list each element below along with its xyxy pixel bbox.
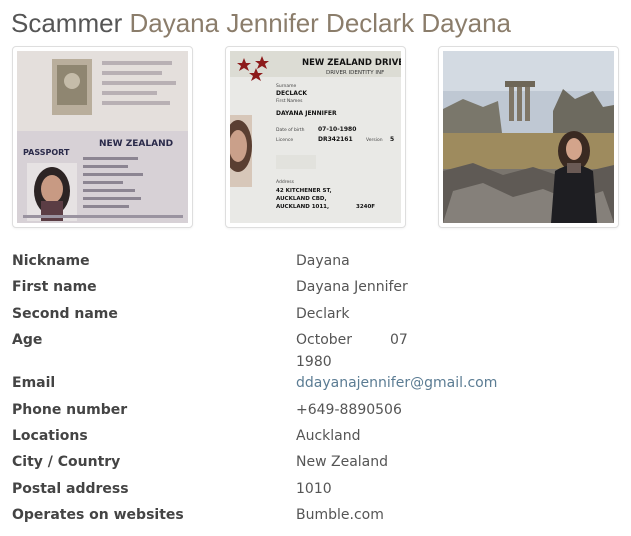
svg-text:Version: Version: [366, 137, 383, 143]
second-name-label: Second name: [12, 306, 118, 322]
scammer-name: Dayana Jennifer Declark Dayana: [129, 8, 512, 38]
detail-row-second-name: Second name Declark: [0, 301, 631, 327]
svg-text:DR342161: DR342161: [318, 136, 353, 143]
locations-label: Locations: [12, 428, 88, 444]
portrait-icon: [230, 115, 252, 187]
photo-ruins[interactable]: [438, 46, 619, 228]
detail-row-websites: Operates on websites Bumble.com: [0, 502, 631, 528]
svg-text:NEW ZEALAND: NEW ZEALAND: [99, 139, 173, 149]
svg-text:Licence: Licence: [276, 137, 293, 143]
second-name-value: Declark: [296, 306, 350, 322]
svg-text:DAYANA JENNIFER: DAYANA JENNIFER: [276, 110, 337, 117]
svg-text:Date of birth: Date of birth: [276, 127, 305, 133]
websites-value: Bumble.com: [296, 507, 384, 523]
detail-row-email: Email ddayanajennifer@gmail.com: [0, 370, 631, 396]
postal-address-label: Postal address: [12, 481, 129, 497]
first-name-label: First name: [12, 279, 97, 295]
portrait-icon: [27, 163, 77, 221]
svg-text:3240F: 3240F: [356, 204, 375, 210]
detail-row-phone: Phone number +649-8890506: [0, 397, 631, 423]
photo-passport[interactable]: NEW ZEALAND PASSPORT: [12, 46, 193, 228]
coat-of-arms-icon: [52, 59, 92, 115]
nickname-label: Nickname: [12, 253, 90, 269]
svg-text:PASSPORT: PASSPORT: [23, 148, 70, 157]
detail-row-city-country: City / Country New Zealand: [0, 449, 631, 475]
photo-driver-licence[interactable]: NEW ZEALAND DRIVER DRIVER IDENTITY INF S…: [225, 46, 406, 228]
websites-label: Operates on websites: [12, 507, 184, 523]
page-title: Scammer Dayana Jennifer Declark Dayana: [11, 6, 511, 40]
nickname-value: Dayana: [296, 253, 350, 269]
svg-text:Surname: Surname: [276, 83, 296, 89]
postal-address-value: 1010: [296, 481, 332, 497]
phone-value: +649-8890506: [296, 402, 402, 418]
detail-row-postal-address: Postal address 1010: [0, 476, 631, 502]
passport-image: NEW ZEALAND PASSPORT: [17, 51, 188, 223]
svg-text:DRIVER IDENTITY INF: DRIVER IDENTITY INF: [326, 70, 384, 76]
detail-row-first-name: First name Dayana Jennifer: [0, 274, 631, 300]
ruins-image: [443, 51, 614, 223]
age-label: Age: [12, 332, 43, 348]
detail-row-nickname: Nickname Dayana: [0, 248, 631, 274]
locations-value: Auckland: [296, 428, 361, 444]
city-country-label: City / Country: [12, 454, 121, 470]
email-label: Email: [12, 375, 56, 391]
svg-text:DECLACK: DECLACK: [276, 90, 307, 97]
driver-licence-image: NEW ZEALAND DRIVER DRIVER IDENTITY INF S…: [230, 51, 401, 223]
phone-label: Phone number: [12, 402, 128, 418]
svg-text:5: 5: [390, 136, 394, 143]
email-link[interactable]: ddayanajennifer@gmail.com: [296, 370, 497, 396]
svg-text:AUCKLAND CBD,: AUCKLAND CBD,: [276, 196, 327, 202]
city-country-value: New Zealand: [296, 454, 388, 470]
svg-text:NEW ZEALAND DRIVER: NEW ZEALAND DRIVER: [302, 58, 401, 68]
title-prefix: Scammer: [11, 8, 123, 38]
svg-text:AUCKLAND 1011,: AUCKLAND 1011,: [276, 204, 329, 210]
svg-text:42 KITCHENER ST,: 42 KITCHENER ST,: [276, 188, 332, 194]
age-day-value: 07: [390, 332, 408, 348]
svg-text:Address: Address: [276, 179, 295, 185]
detail-row-age: Age October 07 1980: [0, 327, 631, 371]
svg-text:07-10-1980: 07-10-1980: [318, 126, 356, 133]
first-name-value: Dayana Jennifer: [296, 279, 408, 295]
detail-row-locations: Locations Auckland: [0, 423, 631, 449]
svg-text:First Names: First Names: [276, 98, 303, 104]
